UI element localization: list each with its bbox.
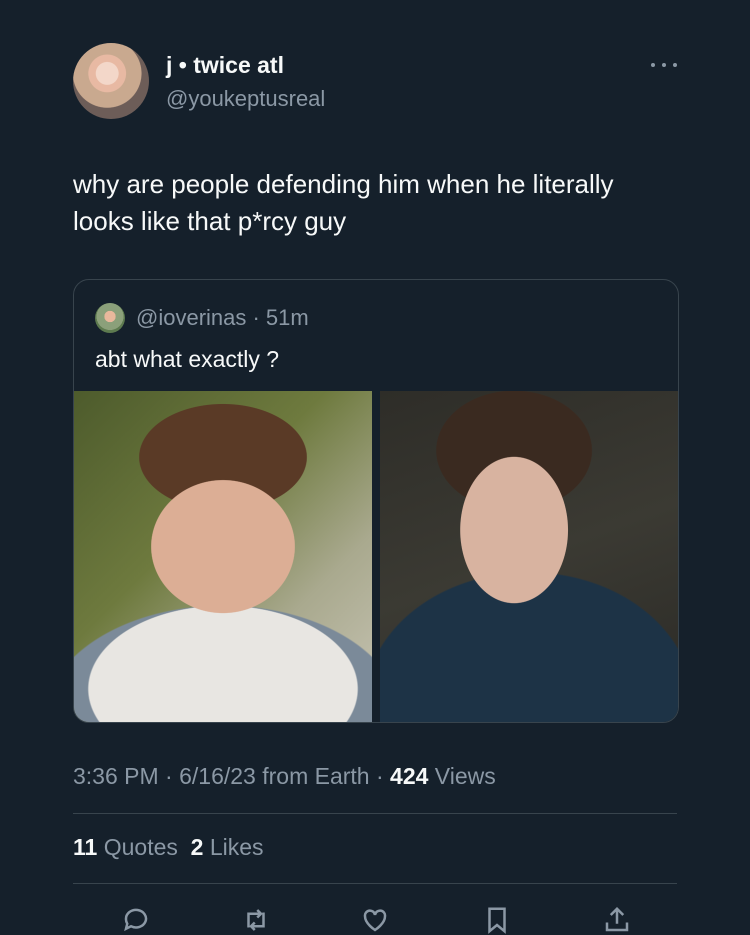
author-handle[interactable]: @youkeptusreal: [166, 86, 325, 112]
quoted-avatar: [95, 303, 125, 333]
quoted-text: abt what exactly ?: [95, 346, 280, 372]
divider: [73, 813, 677, 814]
divider: [73, 883, 677, 884]
quotes-label[interactable]: Quotes: [97, 834, 190, 860]
author-avatar[interactable]: [73, 43, 149, 119]
likes-label[interactable]: Likes: [203, 834, 264, 860]
quotes-count[interactable]: 11: [73, 834, 97, 860]
tweet-stats: 11 Quotes 2 Likes: [73, 834, 264, 861]
tweet-text: why are people defending him when he lit…: [73, 169, 614, 236]
tweet-timestamp[interactable]: 3:36 PM · 6/16/23 from Earth ·: [73, 763, 390, 789]
quoted-photo-left[interactable]: [74, 391, 372, 722]
views-label: Views: [428, 763, 496, 789]
quoted-photo-right[interactable]: [380, 391, 678, 722]
views-count: 424: [390, 763, 429, 789]
quote-tweet-card[interactable]: @ioverinas · 51m abt what exactly ?: [73, 279, 679, 723]
dot: [662, 63, 666, 67]
quoted-handle-time: @ioverinas · 51m: [136, 305, 309, 330]
dot: [651, 63, 655, 67]
more-options-icon[interactable]: [651, 55, 677, 75]
dot: [673, 63, 677, 67]
author-display-name[interactable]: j • twice atl: [166, 52, 284, 79]
likes-count[interactable]: 2: [191, 834, 204, 860]
tweet-meta: 3:36 PM · 6/16/23 from Earth · 424 Views: [73, 763, 496, 790]
